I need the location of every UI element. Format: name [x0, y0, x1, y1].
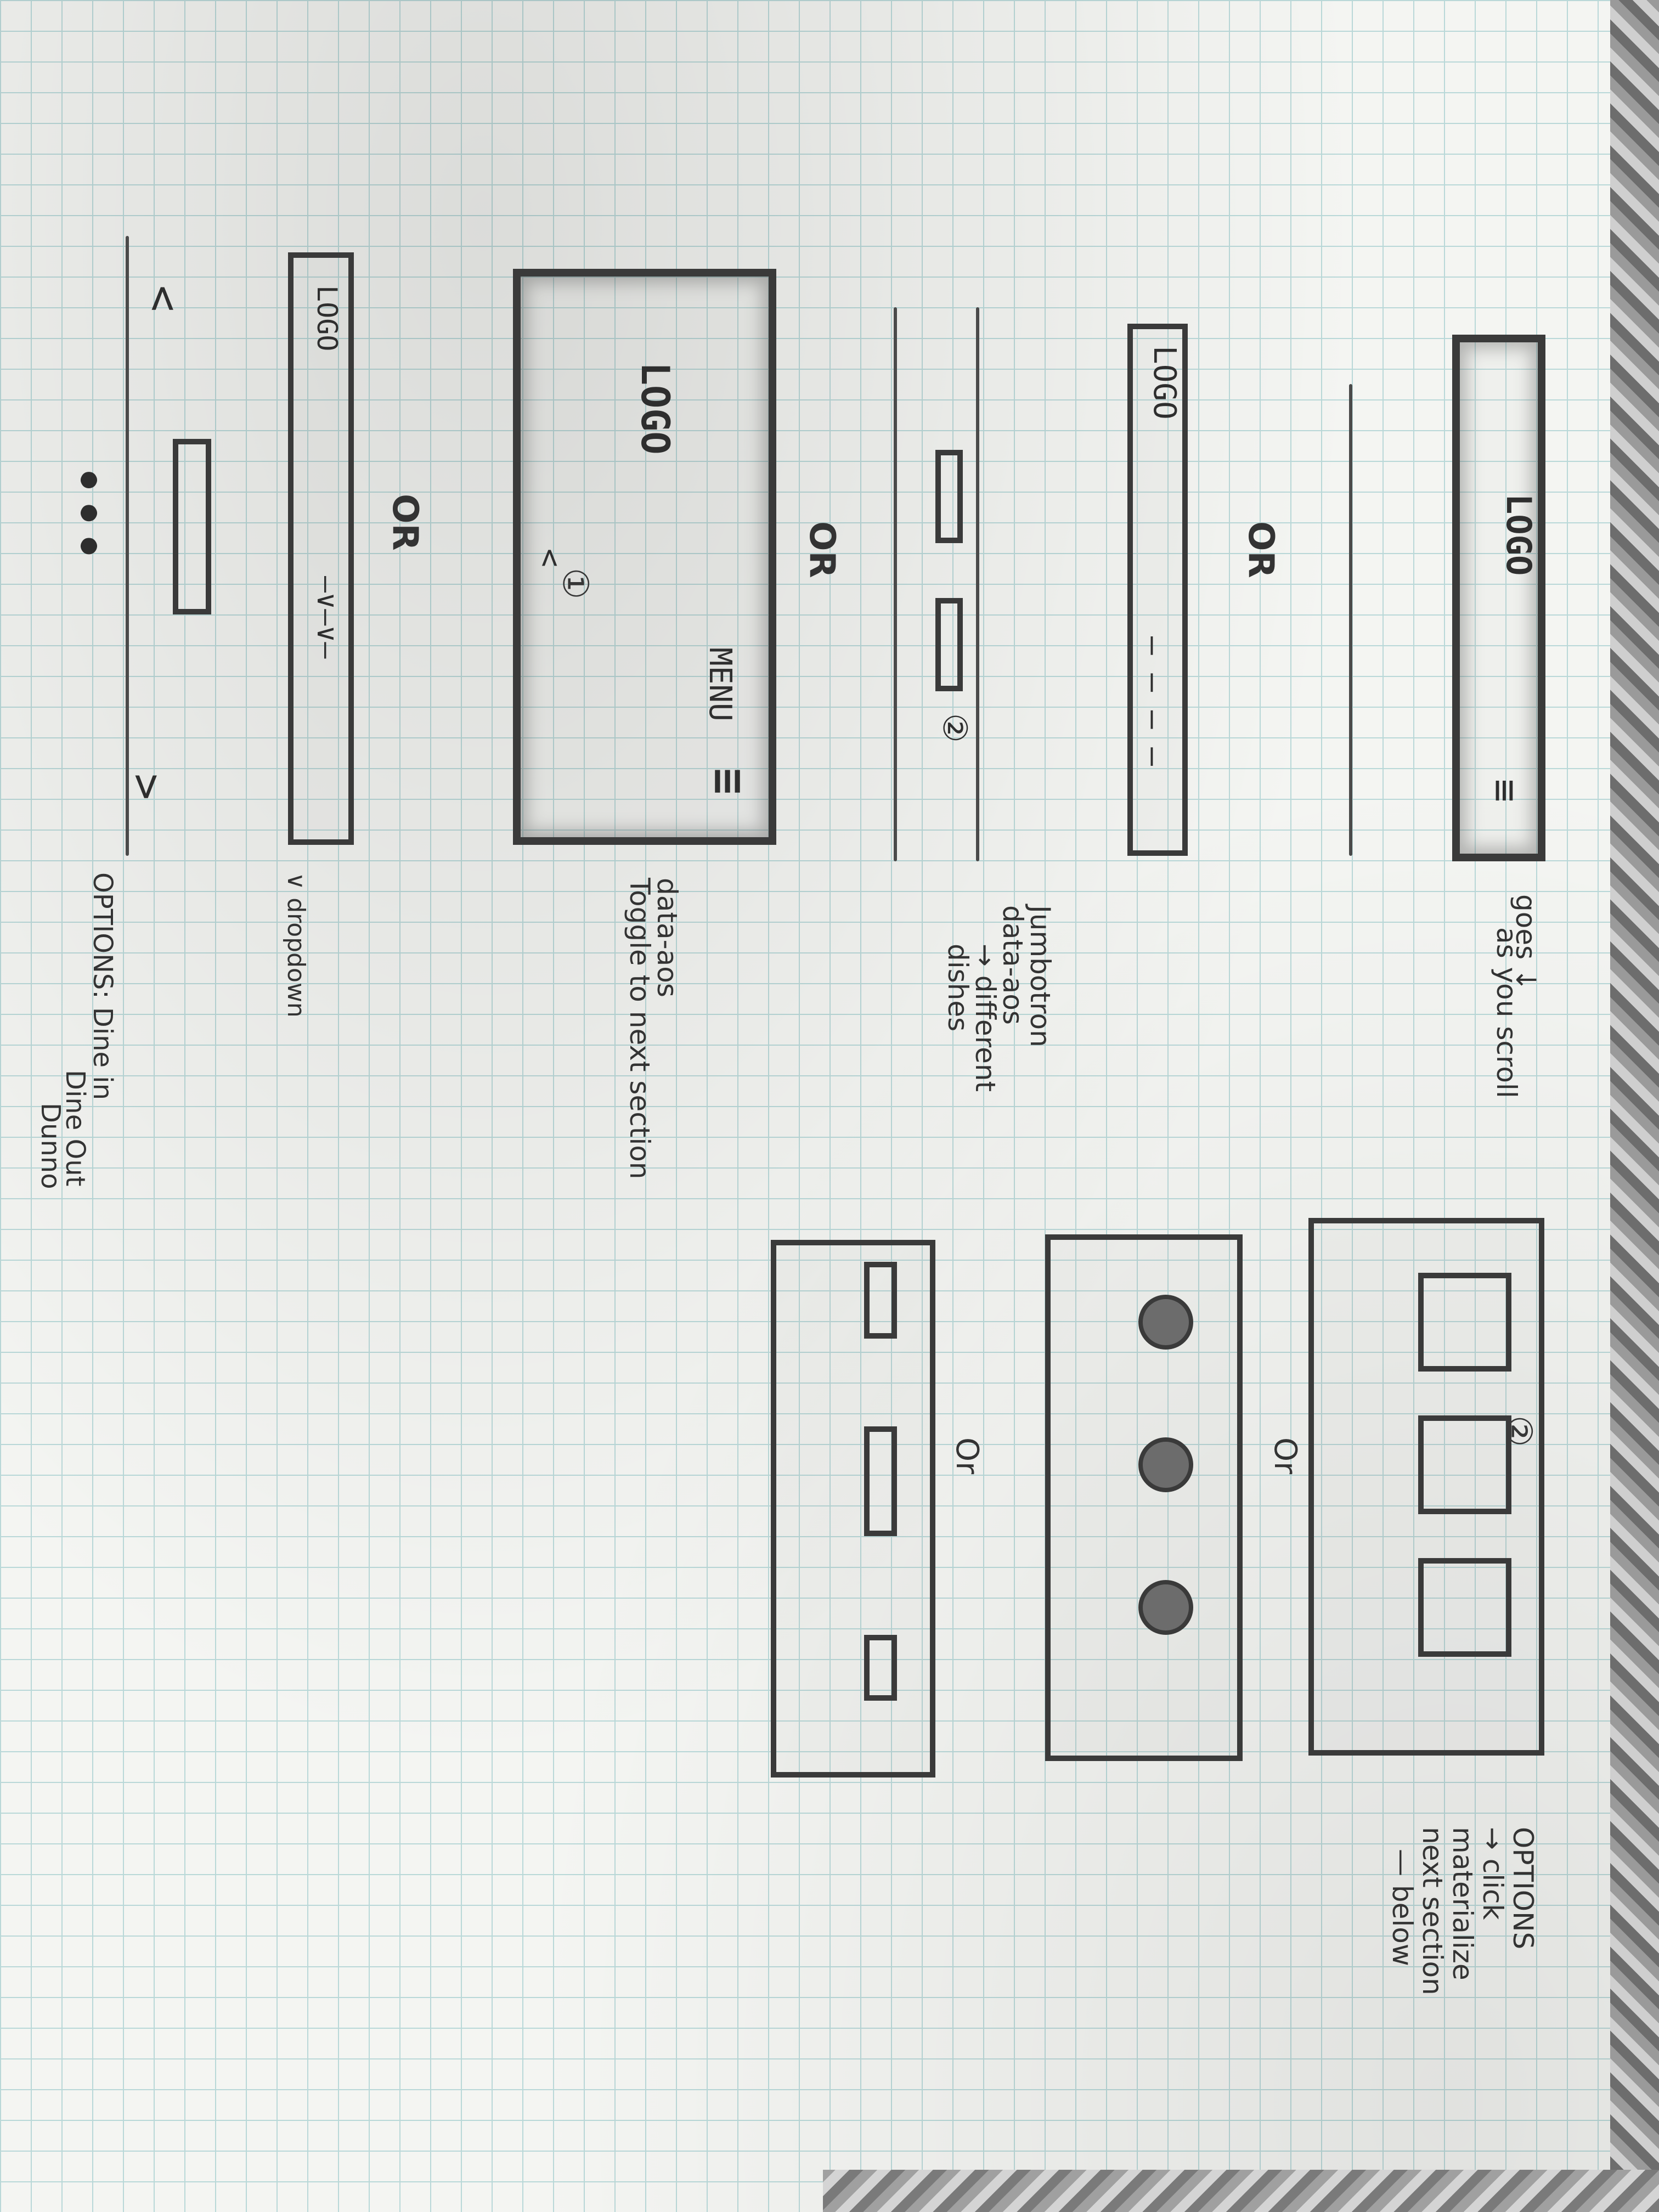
or-label-5: Or [949, 1437, 985, 1475]
row-rect-1 [864, 1262, 897, 1339]
dish-circle-1 [1138, 1295, 1193, 1350]
cards-rows-sketch [771, 1240, 935, 1778]
note-jumbotron-2: data-aos [997, 905, 1029, 1025]
jumbotron-button-1 [935, 450, 963, 543]
hamburger-icon-2: ≡ [703, 768, 754, 795]
down-chevron-icon: < [532, 549, 568, 567]
carousel-top-line [126, 236, 129, 856]
nav-dashes: — — — — [1136, 636, 1171, 766]
note-right-4: next section [1417, 1827, 1448, 1995]
note-right-3: materialize [1447, 1827, 1479, 1980]
note-right-5: — below [1386, 1849, 1418, 1966]
sketch-sheet: ① LOGO ≡ goes ↓ as you scroll OR LOGO — … [0, 0, 1610, 2212]
note-scroll-2: as you scroll [1491, 927, 1522, 1098]
card-square-3 [1418, 1558, 1511, 1657]
note-jumbotron-1: Jumbotron [1024, 905, 1056, 1047]
row-rect-3 [864, 1635, 897, 1701]
note-dropdown: ∨ dropdown [282, 872, 310, 1018]
logo-label-4: LOGO [311, 285, 343, 352]
note-jumbotron-4: dishes [942, 944, 974, 1032]
dish-circle-2 [1138, 1437, 1193, 1492]
note-options-1: OPTIONS: Dine in [87, 872, 118, 1101]
note-toggle-1: data-aos [651, 878, 683, 997]
jumbotron-button-2 [935, 598, 963, 691]
note-toggle-2: Toggle to next section [624, 878, 656, 1180]
dish-circle-3 [1138, 1580, 1193, 1635]
carousel-next-icon: > [122, 774, 173, 800]
card-square-2 [1418, 1415, 1511, 1514]
fabric-background [1610, 0, 1659, 2212]
badge-2-circle: ② [935, 713, 974, 743]
jumbotron-right-line [894, 307, 897, 861]
or-label-4: Or [1267, 1437, 1303, 1475]
page-edge-line [1349, 384, 1352, 856]
carousel-button [173, 439, 211, 614]
note-right-1: OPTIONS [1507, 1827, 1539, 1950]
or-label-2: OR [802, 521, 842, 578]
logo-label: LOGO [1499, 494, 1539, 576]
hamburger-icon: ≡ [1483, 779, 1528, 803]
note-options-3: Dunno [35, 1103, 66, 1189]
menu-label: MENU [702, 647, 738, 721]
note-jumbotron-3: → different [969, 944, 1001, 1092]
or-label-3: OR [385, 494, 425, 551]
jumbotron-left-line [976, 307, 979, 861]
or-label-1: OR [1240, 521, 1281, 578]
card-square-1 [1418, 1273, 1511, 1372]
row-rect-2 [864, 1426, 897, 1536]
note-right-2: → click [1477, 1827, 1509, 1920]
carousel-prev-icon: < [138, 285, 189, 312]
logo-label-2: LOGO [1147, 346, 1182, 420]
logo-label-3: LOGO [633, 362, 678, 455]
nav-dropdown-dashes: —∨—∨— [311, 576, 343, 659]
carousel-dots: ● ● ● [75, 472, 107, 555]
